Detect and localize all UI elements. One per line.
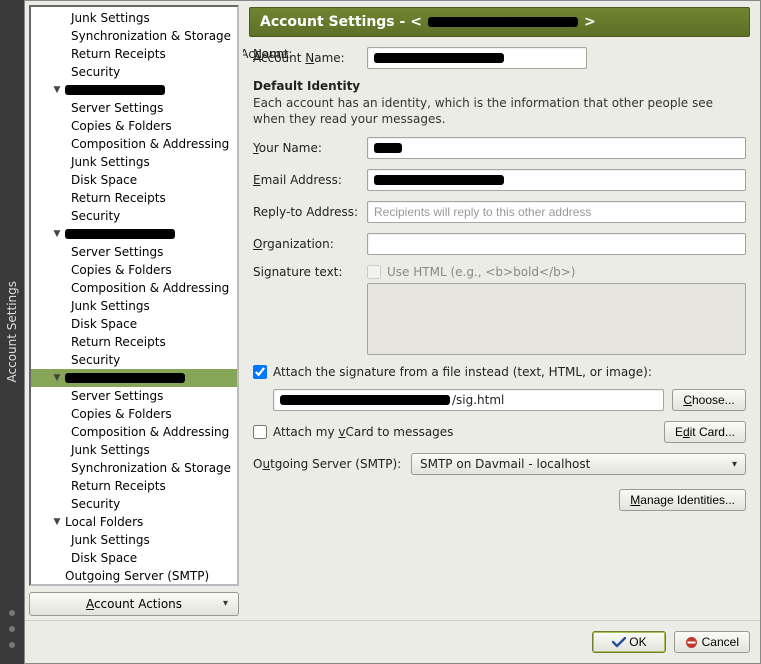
account-subitem[interactable]: Composition & Addressing xyxy=(31,135,237,153)
default-identity-heading: Default Identity xyxy=(253,79,746,93)
cancel-icon xyxy=(685,636,698,649)
disclosure-triangle-icon[interactable] xyxy=(51,229,63,239)
smtp-label: Outgoing Server (SMTP): xyxy=(253,457,403,471)
account-subitem[interactable]: Security xyxy=(31,495,237,513)
use-html-label: Use HTML (e.g., <b>bold</b>) xyxy=(387,265,575,279)
outgoing-server-row[interactable]: Outgoing Server (SMTP) xyxy=(31,567,237,585)
account-row[interactable] xyxy=(31,225,237,243)
account-name-redacted xyxy=(65,373,185,383)
account-subitem[interactable]: Synchronization & Storage xyxy=(31,27,237,45)
choose-signature-button[interactable]: Choose... xyxy=(672,389,746,411)
email-input[interactable] xyxy=(367,169,746,191)
account-subitem[interactable]: Security xyxy=(31,351,237,369)
account-subitem[interactable]: Composition & Addressing xyxy=(31,279,237,297)
ok-label: OK xyxy=(629,635,646,649)
accounts-sidebar: Junk SettingsSynchronization & StorageRe… xyxy=(25,1,243,620)
organization-label: Organization: xyxy=(253,237,359,251)
account-subitem[interactable]: Junk Settings xyxy=(31,153,237,171)
reply-to-label: Reply-to Address: xyxy=(253,205,359,219)
disclosure-triangle-icon[interactable] xyxy=(51,373,63,383)
account-name-label: Account Name: xyxy=(253,51,359,65)
dialog-footer: OK Cancel xyxy=(25,620,760,663)
account-subitem[interactable]: Return Receipts xyxy=(31,333,237,351)
window-titlebar: Account Settings xyxy=(0,0,24,664)
your-name-input[interactable] xyxy=(367,137,746,159)
cancel-label: Cancel xyxy=(702,635,739,649)
account-name: Local Folders xyxy=(65,515,143,529)
account-name-redacted xyxy=(65,85,165,95)
account-subitem[interactable]: Security xyxy=(31,207,237,225)
account-row[interactable]: Local Folders xyxy=(31,513,237,531)
attach-signature-checkbox[interactable] xyxy=(253,365,267,379)
account-name-input[interactable] xyxy=(367,47,587,69)
titlebar-dot xyxy=(9,610,15,616)
disclosure-triangle-icon[interactable] xyxy=(51,85,63,95)
account-subitem[interactable]: Copies & Folders xyxy=(31,405,237,423)
edit-card-button[interactable]: Edit Card... xyxy=(664,421,746,443)
account-subitem[interactable]: Security xyxy=(31,63,237,81)
use-html-checkbox xyxy=(367,265,381,279)
attach-vcard-label: Attach my vCard to messages xyxy=(273,425,453,439)
account-subitem[interactable]: Disk Space xyxy=(31,549,237,567)
account-subitem[interactable]: Return Receipts xyxy=(31,189,237,207)
cancel-button[interactable]: Cancel xyxy=(674,631,750,653)
account-subitem[interactable]: Junk Settings xyxy=(31,441,237,459)
account-subitem[interactable]: Server Settings xyxy=(31,243,237,261)
attach-vcard-checkbox[interactable] xyxy=(253,425,267,439)
account-subitem[interactable]: Server Settings xyxy=(31,387,237,405)
header-account-redacted xyxy=(428,17,578,27)
signature-textarea xyxy=(367,283,746,355)
smtp-select[interactable]: SMTP on Davmail - localhost xyxy=(411,453,746,475)
account-subitem[interactable]: Server Settings xyxy=(31,99,237,117)
account-name-redacted xyxy=(65,229,175,239)
dialog: Junk SettingsSynchronization & StorageRe… xyxy=(24,0,761,664)
attach-signature-label: Attach the signature from a file instead… xyxy=(273,365,652,379)
account-subitem[interactable]: Copies & Folders xyxy=(31,117,237,135)
manage-identities-button[interactable]: Manage Identities... xyxy=(619,489,746,511)
titlebar-dot xyxy=(9,626,15,632)
window-title: Account Settings xyxy=(5,281,19,382)
check-icon xyxy=(612,637,626,648)
account-subitem[interactable]: Synchronization & Storage xyxy=(31,459,237,477)
accounts-tree[interactable]: Junk SettingsSynchronization & StorageRe… xyxy=(29,5,239,586)
header-suffix: > xyxy=(584,14,596,30)
account-actions-button[interactable]: Account Actions xyxy=(29,592,239,616)
disclosure-triangle-icon[interactable] xyxy=(51,517,63,527)
organization-input[interactable] xyxy=(367,233,746,255)
account-subitem[interactable]: Junk Settings xyxy=(31,297,237,315)
account-subitem[interactable]: Junk Settings xyxy=(31,9,237,27)
account-row[interactable] xyxy=(31,369,237,387)
account-subitem[interactable]: Return Receipts xyxy=(31,477,237,495)
header-prefix: Account Settings - < xyxy=(260,14,422,30)
account-subitem[interactable]: Copies & Folders xyxy=(31,261,237,279)
your-name-label: Your Name: xyxy=(253,141,359,155)
account-subitem[interactable]: Return Receipts xyxy=(31,45,237,63)
account-subitem[interactable]: Disk Space xyxy=(31,171,237,189)
account-row[interactable] xyxy=(31,81,237,99)
ok-button[interactable]: OK xyxy=(592,631,666,653)
account-subitem[interactable]: Disk Space xyxy=(31,315,237,333)
account-subitem[interactable]: Junk Settings xyxy=(31,531,237,549)
smtp-value: SMTP on Davmail - localhost xyxy=(420,457,590,471)
signature-text-label: Signature text: xyxy=(253,265,359,279)
signature-file-input[interactable]: /sig.html xyxy=(273,389,664,411)
email-label: Email Address: xyxy=(253,173,359,187)
signature-file-suffix: /sig.html xyxy=(452,393,504,407)
settings-panel: Account Settings - < > Name: Account Acc… xyxy=(243,1,760,620)
account-subitem[interactable]: Composition & Addressing xyxy=(31,423,237,441)
panel-header: Account Settings - < > xyxy=(249,7,750,37)
reply-to-input[interactable] xyxy=(367,201,746,223)
identity-hint: Each account has an identity, which is t… xyxy=(253,95,746,127)
titlebar-dot xyxy=(9,642,15,648)
